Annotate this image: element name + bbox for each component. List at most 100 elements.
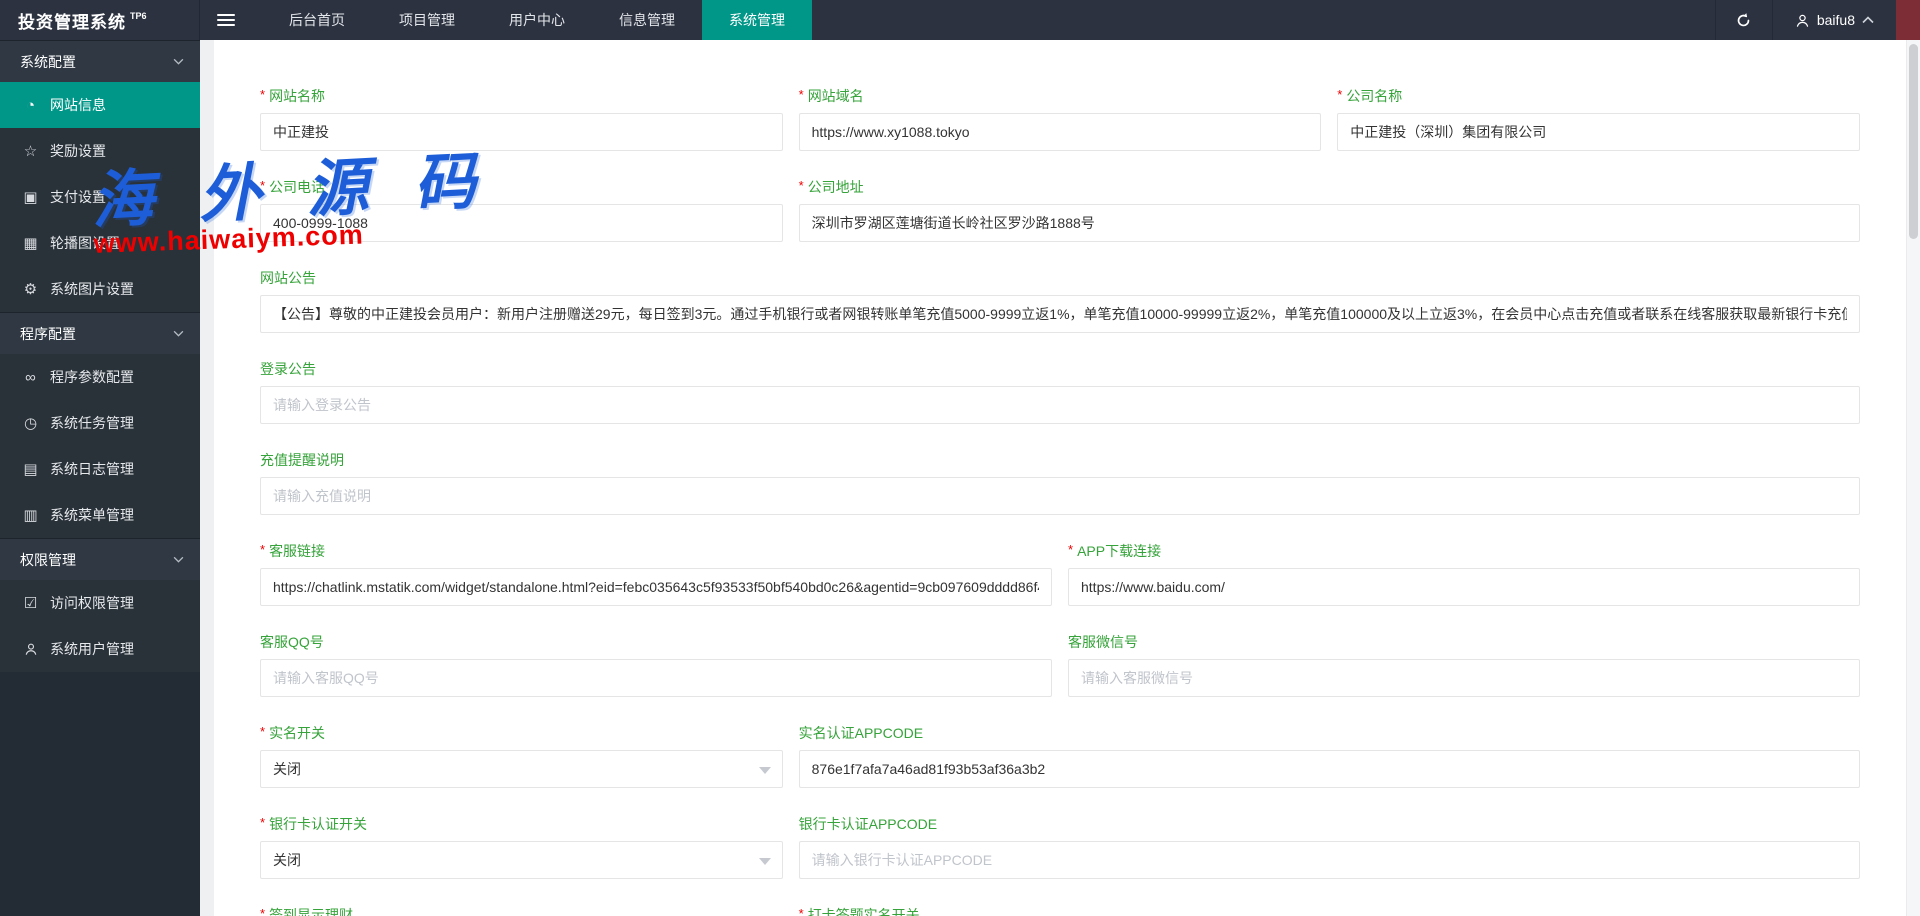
field-service-link: * 客服链接 bbox=[260, 542, 1052, 606]
company-name-input[interactable] bbox=[1337, 113, 1860, 151]
field-label: 网站公告 bbox=[260, 270, 316, 286]
sidebar-item-access-permissions[interactable]: ☑ 访问权限管理 bbox=[0, 580, 200, 626]
field-app-download-link: * APP下载连接 bbox=[1068, 542, 1860, 606]
service-wechat-input[interactable] bbox=[1068, 659, 1860, 697]
required-asterisk: * bbox=[798, 178, 804, 193]
recharge-tip-input[interactable] bbox=[260, 477, 1860, 515]
layout-icon: ▥ bbox=[23, 507, 38, 524]
company-phone-input[interactable] bbox=[260, 204, 783, 242]
field-label: * 网站域名 bbox=[798, 87, 864, 104]
required-asterisk: * bbox=[260, 815, 266, 830]
chevron-down-icon bbox=[173, 330, 184, 337]
tab-system-management[interactable]: 系统管理 bbox=[702, 0, 812, 40]
gear-icon: ⚙ bbox=[23, 281, 38, 298]
field-label: * 签到显示理财 bbox=[260, 906, 783, 916]
field-label: * 公司名称 bbox=[1337, 87, 1403, 104]
service-qq-input[interactable] bbox=[260, 659, 1052, 697]
field-label: * 公司电话 bbox=[260, 178, 326, 195]
sidebar-item-carousel-settings[interactable]: ▦ 轮播图设置 bbox=[0, 220, 200, 266]
field-label: * 网站名称 bbox=[260, 87, 326, 104]
image-icon: ▦ bbox=[23, 235, 38, 252]
required-asterisk: * bbox=[798, 87, 804, 102]
website-name-input[interactable] bbox=[260, 113, 783, 151]
money-icon: ▣ bbox=[23, 189, 38, 206]
sidebar-item-reward-settings[interactable]: ☆ 奖励设置 bbox=[0, 128, 200, 174]
required-asterisk: * bbox=[260, 542, 266, 557]
field-realname-switch: * 实名开关 bbox=[260, 724, 783, 788]
field-website-domain: * 网站域名 bbox=[798, 87, 1322, 151]
required-asterisk: * bbox=[260, 87, 266, 102]
hamburger-icon bbox=[217, 11, 235, 29]
clock-icon: ◷ bbox=[23, 415, 38, 432]
service-link-input[interactable] bbox=[260, 568, 1052, 606]
field-company-name: * 公司名称 bbox=[1337, 87, 1860, 151]
field-company-address: * 公司地址 bbox=[798, 178, 1860, 242]
app-download-input[interactable] bbox=[1068, 568, 1860, 606]
website-info-form: *网站名称 *网站域名 *公司名称 *公司电话 *公司地址 bbox=[214, 40, 1906, 916]
field-label: 登录公告 bbox=[260, 361, 316, 377]
tab-project-management[interactable]: 项目管理 bbox=[372, 0, 482, 40]
required-asterisk: * bbox=[260, 178, 266, 193]
realname-appcode-input[interactable] bbox=[798, 750, 1860, 788]
shield-check-icon: ☑ bbox=[23, 595, 38, 612]
login-notice-input[interactable] bbox=[260, 386, 1860, 424]
field-service-wechat: 客服微信号 bbox=[1068, 634, 1860, 697]
bankcard-appcode-input[interactable] bbox=[798, 841, 1860, 879]
app-title: 投资管理系统 bbox=[18, 12, 126, 32]
sidebar-section-system-config[interactable]: 系统配置 bbox=[0, 40, 200, 82]
field-login-notice: 登录公告 bbox=[260, 361, 1860, 424]
field-site-notice: 网站公告 bbox=[260, 270, 1860, 333]
user-menu[interactable]: baifu8 bbox=[1773, 0, 1896, 40]
bankcard-switch-select[interactable] bbox=[260, 841, 783, 879]
star-icon: ☆ bbox=[23, 143, 38, 160]
tab-user-center[interactable]: 用户中心 bbox=[482, 0, 592, 40]
field-checkin-display: * 签到显示理财 bbox=[260, 906, 783, 916]
page-scrollbar[interactable] bbox=[1906, 40, 1920, 916]
sidebar-section-permission-management[interactable]: 权限管理 bbox=[0, 538, 200, 580]
site-notice-input[interactable] bbox=[260, 295, 1860, 333]
sidebar-item-website-info[interactable]: ◔ 网站信息 bbox=[0, 82, 200, 128]
field-company-phone: * 公司电话 bbox=[260, 178, 783, 242]
chevron-down-icon bbox=[173, 556, 184, 563]
sidebar-item-system-menus[interactable]: ▥ 系统菜单管理 bbox=[0, 492, 200, 538]
refresh-button[interactable] bbox=[1714, 0, 1773, 40]
username: baifu8 bbox=[1816, 12, 1855, 28]
field-recharge-tip: 充值提醒说明 bbox=[260, 452, 1860, 515]
main-content: *网站名称 *网站域名 *公司名称 *公司电话 *公司地址 bbox=[200, 40, 1906, 916]
sidebar-item-program-params[interactable]: ∞ 程序参数配置 bbox=[0, 354, 200, 400]
sidebar-section-program-config[interactable]: 程序配置 bbox=[0, 312, 200, 354]
required-asterisk: * bbox=[260, 724, 266, 739]
app-logo: 投资管理系统 TP6 bbox=[0, 0, 200, 40]
sidebar-item-system-image-settings[interactable]: ⚙ 系统图片设置 bbox=[0, 266, 200, 312]
field-service-qq: 客服QQ号 bbox=[260, 634, 1052, 697]
field-label: * 客服链接 bbox=[260, 542, 326, 559]
required-asterisk: * bbox=[1337, 87, 1343, 102]
sidebar-toggle-button[interactable] bbox=[200, 0, 252, 40]
sidebar-item-system-tasks[interactable]: ◷ 系统任务管理 bbox=[0, 400, 200, 446]
sidebar-item-system-users[interactable]: 系统用户管理 bbox=[0, 626, 200, 672]
dashboard-icon: ◔ bbox=[25, 96, 36, 114]
refresh-icon bbox=[1738, 12, 1750, 26]
realname-switch-select[interactable] bbox=[260, 750, 783, 788]
user-icon bbox=[1796, 14, 1808, 27]
person-icon bbox=[22, 642, 39, 656]
required-asterisk: * bbox=[1068, 542, 1074, 557]
field-label: * 实名开关 bbox=[260, 724, 326, 741]
field-label: 实名认证APPCODE bbox=[798, 725, 924, 741]
sidebar-item-system-logs[interactable]: ▤ 系统日志管理 bbox=[0, 446, 200, 492]
company-address-input[interactable] bbox=[798, 204, 1860, 242]
chevron-down-icon bbox=[173, 58, 184, 65]
required-asterisk: * bbox=[798, 906, 804, 916]
clipboard-icon: ▤ bbox=[23, 461, 38, 478]
field-bankcard-switch: * 银行卡认证开关 bbox=[260, 815, 783, 879]
theme-corner-block bbox=[1896, 0, 1920, 40]
tab-information-management[interactable]: 信息管理 bbox=[592, 0, 702, 40]
top-header: 投资管理系统 TP6 后台首页 项目管理 用户中心 信息管理 系统管理 baif… bbox=[0, 0, 1920, 40]
scrollbar-thumb[interactable] bbox=[1909, 44, 1918, 239]
field-website-name: * 网站名称 bbox=[260, 87, 783, 151]
field-realname-appcode: 实名认证APPCODE bbox=[798, 725, 1860, 788]
sidebar-item-payment-settings[interactable]: ▣ 支付设置 bbox=[0, 174, 200, 220]
tab-dashboard[interactable]: 后台首页 bbox=[262, 0, 372, 40]
website-domain-input[interactable] bbox=[798, 113, 1322, 151]
field-punch-quiz-switch: * 打卡答题实名开关 bbox=[798, 906, 1322, 916]
